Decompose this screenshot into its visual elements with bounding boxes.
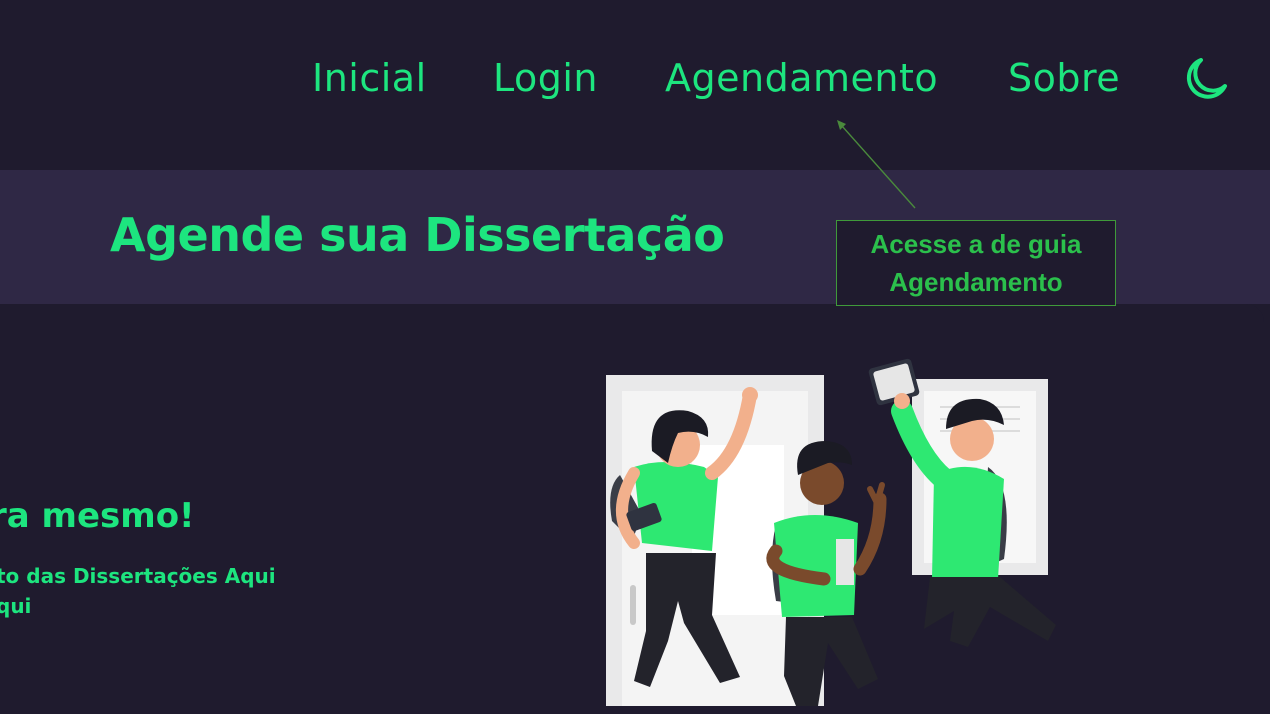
nav-link-sobre[interactable]: Sobre: [1008, 56, 1120, 100]
nav-link-agendamento[interactable]: Agendamento: [665, 56, 938, 100]
hero-description-line-1: to das Dissertações Aqui: [0, 564, 276, 588]
theme-toggle-button[interactable]: [1183, 56, 1229, 102]
annotation-callout: Acesse a de guia Agendamento: [836, 220, 1116, 306]
hero-heading: ra mesmo!: [0, 496, 195, 536]
annotation-text: Acesse a de guia Agendamento: [870, 229, 1082, 297]
nav-link-inicial[interactable]: Inicial: [312, 56, 427, 100]
moon-icon: [1186, 58, 1227, 99]
students-jumping-illustration: [606, 358, 1056, 706]
hero-description-line-2: qui: [0, 594, 32, 618]
page-title: Agende sua Dissertação: [110, 208, 725, 262]
top-navigation: Inicial Login Agendamento Sobre: [0, 0, 1270, 170]
nav-link-login[interactable]: Login: [493, 56, 598, 100]
